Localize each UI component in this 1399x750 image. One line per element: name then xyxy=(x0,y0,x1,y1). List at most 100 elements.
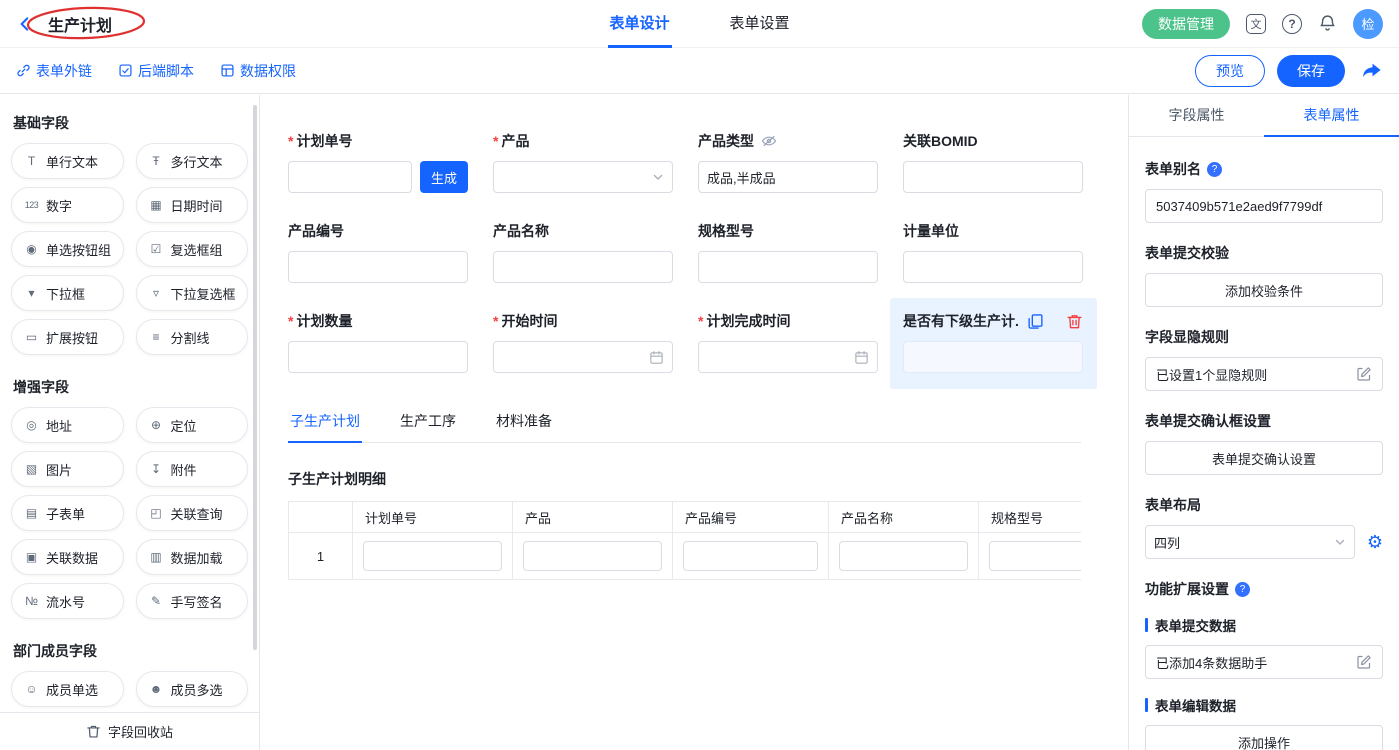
eye-hidden-icon[interactable] xyxy=(761,134,777,148)
subtab-sub-production-plan[interactable]: 子生产计划 xyxy=(288,407,362,443)
sidebar-item-number[interactable]: 123数字 xyxy=(11,187,124,223)
generate-button[interactable]: 生成 xyxy=(420,161,468,193)
sidebar-item-address[interactable]: ◎地址 xyxy=(11,407,124,443)
subtab-production-process[interactable]: 生产工序 xyxy=(398,407,458,443)
field-product[interactable]: *产品 xyxy=(493,131,673,193)
product-name-input[interactable] xyxy=(493,251,673,283)
field-plan-qty[interactable]: *计划数量 xyxy=(288,311,468,373)
subtable-plan-no-input[interactable] xyxy=(363,541,502,571)
finish-time-picker[interactable] xyxy=(698,341,878,373)
tab-field-properties[interactable]: 字段属性 xyxy=(1129,95,1264,137)
sidebar-item-datetime[interactable]: ▦日期时间 xyxy=(136,187,249,223)
form-external-link[interactable]: 表单外链 xyxy=(16,61,92,81)
backend-script-link[interactable]: 后端脚本 xyxy=(118,61,194,81)
field-plan-no[interactable]: *计划单号 生成 xyxy=(288,131,468,193)
form-alias-input[interactable] xyxy=(1145,189,1383,223)
edit-icon[interactable] xyxy=(1356,654,1372,670)
field-spec-model[interactable]: 规格型号 xyxy=(698,221,878,283)
sidebar-item-related-data[interactable]: ▣关联数据 xyxy=(11,539,124,575)
user-avatar[interactable]: 检 xyxy=(1353,9,1383,39)
subtable-row: 1 xyxy=(289,533,1081,579)
submit-confirm-settings-button[interactable]: 表单提交确认设置 xyxy=(1145,441,1383,475)
gear-icon[interactable]: ⚙ xyxy=(1367,533,1383,551)
preview-button[interactable]: 预览 xyxy=(1195,55,1265,87)
sidebar-item-divider[interactable]: ≡分割线 xyxy=(136,319,249,355)
properties-panel: 字段属性 表单属性 表单别名 ? 表单提交校验 添加校验条件 字段显隐规则 已设… xyxy=(1128,95,1399,750)
sidebar-item-location[interactable]: ⊕定位 xyxy=(136,407,249,443)
sidebar-item-multi-select[interactable]: ▿下拉复选框 xyxy=(136,275,249,311)
sidebar-item-member-multi[interactable]: ☻成员多选 xyxy=(136,671,249,707)
index-column-header xyxy=(289,502,353,533)
start-time-picker[interactable] xyxy=(493,341,673,373)
select-icon: ▾ xyxy=(24,286,39,300)
field-product-code[interactable]: 产品编号 xyxy=(288,221,468,283)
add-validation-button[interactable]: 添加校验条件 xyxy=(1145,273,1383,307)
subtable-spec-model-input[interactable] xyxy=(989,541,1081,571)
sidebar-item-checkbox-group[interactable]: ☑复选框组 xyxy=(136,231,249,267)
field-product-name[interactable]: 产品名称 xyxy=(493,221,673,283)
sidebar-item-attachment[interactable]: ↧附件 xyxy=(136,451,249,487)
layout-select[interactable]: 四列 xyxy=(1145,525,1355,559)
tab-form-settings[interactable]: 表单设置 xyxy=(728,0,792,48)
product-type-input[interactable] xyxy=(698,161,878,193)
tab-form-design[interactable]: 表单设计 xyxy=(607,0,671,48)
publish-share-icon[interactable] xyxy=(1359,61,1383,81)
member-single-icon: ☺ xyxy=(24,682,39,696)
help-circle-icon[interactable]: ? xyxy=(1235,582,1250,597)
subtable-product-code-input[interactable] xyxy=(683,541,818,571)
back-icon[interactable] xyxy=(16,15,34,33)
unit-input[interactable] xyxy=(903,251,1083,283)
sidebar-scrollbar[interactable] xyxy=(253,105,257,650)
sidebar-item-image[interactable]: ▧图片 xyxy=(11,451,124,487)
notification-bell-icon[interactable] xyxy=(1318,14,1337,33)
help-icon[interactable]: ? xyxy=(1282,14,1302,34)
translate-icon[interactable]: 文 xyxy=(1246,14,1266,34)
spec-model-input[interactable] xyxy=(698,251,878,283)
sidebar-item-extend-button[interactable]: ▭扩展按钮 xyxy=(11,319,124,355)
bom-id-input[interactable] xyxy=(903,161,1083,193)
product-code-input[interactable] xyxy=(288,251,468,283)
save-button[interactable]: 保存 xyxy=(1277,55,1345,87)
sidebar-item-subform[interactable]: ▤子表单 xyxy=(11,495,124,531)
tab-form-properties[interactable]: 表单属性 xyxy=(1264,95,1399,137)
page-title: 生产计划 xyxy=(48,18,112,35)
sidebar-item-related-query[interactable]: ◰关联查询 xyxy=(136,495,249,531)
copy-field-icon[interactable] xyxy=(1027,313,1044,330)
sidebar-item-signature[interactable]: ✎手写签名 xyxy=(136,583,249,619)
chevron-down-icon xyxy=(652,171,664,183)
recycle-bin-icon xyxy=(86,724,101,739)
field-finish-time[interactable]: *计划完成时间 xyxy=(698,311,878,373)
field-bom-id[interactable]: 关联BOMID xyxy=(903,131,1083,193)
delete-field-icon[interactable] xyxy=(1066,313,1083,330)
data-manage-button[interactable]: 数据管理 xyxy=(1142,9,1230,39)
field-recycle-bin[interactable]: 字段回收站 xyxy=(0,712,259,750)
submit-data-box[interactable]: 已添加4条数据助手 xyxy=(1145,645,1383,679)
field-unit[interactable]: 计量单位 xyxy=(903,221,1083,283)
help-circle-icon[interactable]: ? xyxy=(1207,162,1222,177)
sidebar-item-single-line-text[interactable]: T单行文本 xyxy=(11,143,124,179)
section-bar xyxy=(1145,618,1148,632)
field-has-sub-plan[interactable]: 是否有下级生产计. xyxy=(890,298,1097,389)
add-action-button[interactable]: 添加操作 xyxy=(1145,725,1383,750)
subtable-product-name-input[interactable] xyxy=(839,541,968,571)
calendar-icon xyxy=(649,350,664,365)
edit-icon[interactable] xyxy=(1356,366,1372,382)
plan-no-input[interactable] xyxy=(288,161,412,193)
plan-qty-input[interactable] xyxy=(288,341,468,373)
field-start-time[interactable]: *开始时间 xyxy=(493,311,673,373)
has-sub-plan-input[interactable] xyxy=(903,341,1083,373)
sidebar-item-data-load[interactable]: ▥数据加载 xyxy=(136,539,249,575)
header-tabs: 表单设计 表单设置 xyxy=(607,0,791,48)
sidebar-item-radio-group[interactable]: ◉单选按钮组 xyxy=(11,231,124,267)
field-product-type[interactable]: 产品类型 xyxy=(698,131,878,193)
data-permission-link[interactable]: 数据权限 xyxy=(220,61,296,81)
sidebar-item-select[interactable]: ▾下拉框 xyxy=(11,275,124,311)
sidebar-item-multi-line-text[interactable]: Ŧ多行文本 xyxy=(136,143,249,179)
sidebar-item-serial-number[interactable]: №流水号 xyxy=(11,583,124,619)
sidebar-item-member-single[interactable]: ☺成员单选 xyxy=(11,671,124,707)
subtable-product-input[interactable] xyxy=(523,541,662,571)
product-select[interactable] xyxy=(493,161,673,193)
visibility-rules-box[interactable]: 已设置1个显隐规则 xyxy=(1145,357,1383,391)
form-toolbar: 表单外链 后端脚本 数据权限 预览 保存 xyxy=(0,48,1399,94)
subtab-material-preparation[interactable]: 材料准备 xyxy=(494,407,554,443)
